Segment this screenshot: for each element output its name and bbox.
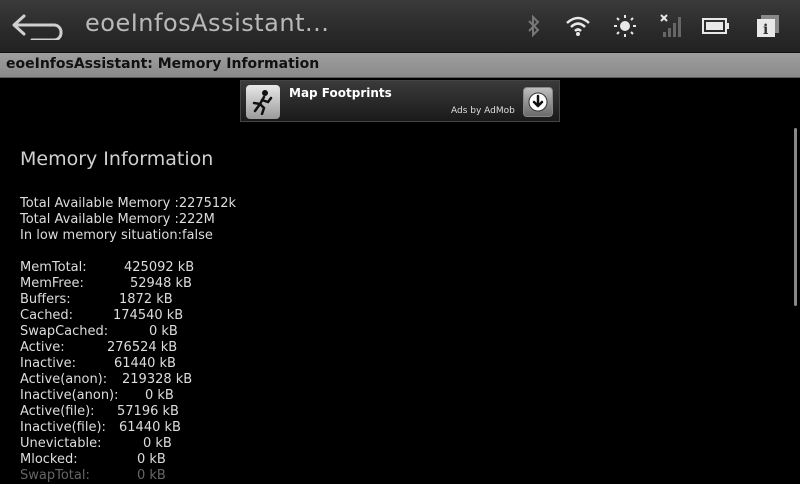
mem-value: 0 kB [143, 436, 172, 451]
list-item: Active(file): 57196 kB [20, 404, 780, 420]
list-item: Cached: 174540 kB [20, 308, 780, 324]
notification-icon[interactable]: i [754, 12, 782, 40]
list-item: Inactive(file): 61440 kB [20, 420, 780, 436]
mem-value: 61440 kB [114, 356, 176, 371]
ad-banner[interactable]: Map Footprints Ads by AdMob [240, 80, 560, 122]
mem-label: MemTotal: [20, 260, 87, 275]
mem-label: MemFree: [20, 276, 84, 291]
mem-label: Cached: [20, 308, 74, 323]
wifi-icon [564, 12, 592, 40]
memory-info-panel: Memory Information Total Available Memor… [20, 148, 780, 484]
mem-value: 174540 kB [113, 308, 184, 323]
mem-value: 61440 kB [119, 420, 181, 435]
mem-value: 57196 kB [117, 404, 179, 419]
list-item: Inactive: 61440 kB [20, 356, 780, 372]
mem-label: Mlocked: [20, 452, 78, 467]
brightness-icon [611, 12, 639, 40]
back-arrow-icon [12, 14, 63, 40]
mem-value: 219328 kB [122, 372, 193, 387]
mem-value: 52948 kB [130, 276, 192, 291]
mem-value: 425092 kB [124, 260, 195, 275]
list-item: Inactive(anon): 0 kB [20, 388, 780, 404]
window-title-bar: eoeInfosAssistant: Memory Information [0, 53, 800, 78]
ad-attribution: Ads by AdMob [451, 106, 515, 116]
mem-value: 0 kB [137, 468, 166, 483]
action-bar: eoeInfosAssistant... i [0, 0, 800, 53]
meminfo-list: MemTotal: 425092 kB MemFree: 52948 kB Buff… [20, 260, 780, 484]
mem-label: SwapCached: [20, 324, 109, 339]
list-item: Active(anon): 219328 kB [20, 372, 780, 388]
mem-label: Active(anon): [20, 372, 108, 387]
list-item: SwapCached: 0 kB [20, 324, 780, 340]
mem-label: SwapTotal: [20, 468, 90, 483]
window-title: eoeInfosAssistant: Memory Information [6, 56, 320, 72]
memory-summary: Total Available Memory :227512k Total Av… [20, 196, 780, 244]
no-signal-icon [658, 12, 686, 40]
page-title: Memory Information [20, 148, 214, 170]
summary-line: In low memory situation:false [20, 228, 213, 243]
mem-value: 0 kB [149, 324, 178, 339]
mem-label: Active(file): [20, 404, 95, 419]
mem-label: Inactive(anon): [20, 388, 119, 403]
mem-value: 0 kB [145, 388, 174, 403]
summary-line: Total Available Memory :222M [20, 212, 215, 227]
scrollbar[interactable] [794, 128, 797, 306]
mem-label: Active: [20, 340, 65, 355]
list-item: Active: 276524 kB [20, 340, 780, 356]
battery-icon [702, 12, 730, 40]
list-item: MemFree: 52948 kB [20, 276, 780, 292]
list-item: SwapTotal: 0 kB [20, 468, 780, 484]
mem-label: Unevictable: [20, 436, 102, 451]
ad-title: Map Footprints [289, 86, 392, 100]
summary-line: Total Available Memory :227512k [20, 196, 237, 211]
mem-value: 0 kB [137, 452, 166, 467]
mem-label: Buffers: [20, 292, 71, 307]
bluetooth-icon [520, 12, 548, 40]
mem-label: Inactive: [20, 356, 76, 371]
list-item: Mlocked: 0 kB [20, 452, 780, 468]
download-icon [528, 92, 548, 112]
list-item: MemTotal: 425092 kB [20, 260, 780, 276]
list-item: Unevictable: 0 kB [20, 436, 780, 452]
mem-label: Inactive(file): [20, 420, 106, 435]
back-button[interactable] [8, 10, 68, 42]
svg-text:i: i [763, 22, 768, 38]
list-item: Buffers: 1872 kB [20, 292, 780, 308]
download-button[interactable] [523, 87, 553, 117]
app-title: eoeInfosAssistant... [85, 9, 330, 37]
app-icon [246, 85, 280, 119]
mem-value: 276524 kB [107, 340, 178, 355]
mem-value: 1872 kB [119, 292, 173, 307]
